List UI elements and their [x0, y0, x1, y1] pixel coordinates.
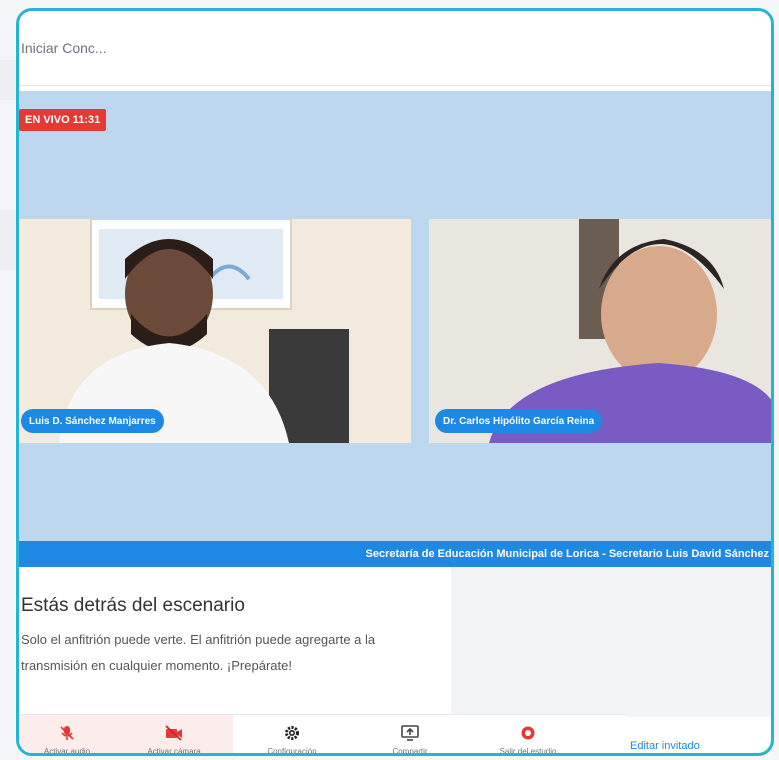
app-frame: Iniciar Conc... EN VIVO 11:31 Luis D. Sá…: [16, 8, 774, 756]
edit-guest-link[interactable]: Editar invitado: [630, 740, 700, 752]
backstage-panel: Estás detrás del escenario Solo el anfit…: [19, 567, 451, 717]
broadcast-stage: EN VIVO 11:31 Luis D. Sánchez Manjarres: [19, 91, 771, 546]
backstage-description: Solo el anfitrión puede verte. El anfitr…: [21, 632, 376, 673]
control-label: Activar cámara: [147, 747, 201, 756]
control-label: Compartir: [392, 747, 428, 756]
toggle-camera-button[interactable]: Activar cámara: [115, 715, 233, 756]
control-label: Salir del estudio: [499, 747, 557, 756]
backstage-side-panel: [451, 567, 771, 717]
backstage-heading: Estás detrás del escenario: [21, 595, 245, 616]
share-screen-button[interactable]: Compartir: [351, 715, 469, 756]
ticker-banner: Secretaría de Educación Municipal de Lor…: [19, 541, 771, 567]
live-badge: EN VIVO 11:31: [19, 109, 107, 131]
participant-name-tag: Luis D. Sánchez Manjarres: [21, 409, 164, 433]
mic-off-icon: [60, 726, 74, 740]
leave-studio-button[interactable]: Salir del estudio: [469, 715, 587, 756]
participant-name-tag: Dr. Carlos Hipólito García Reina: [435, 409, 603, 433]
toggle-audio-button[interactable]: Activar audio: [19, 715, 115, 756]
page-title: Iniciar Conc...: [21, 40, 107, 56]
participant-tile[interactable]: Luis D. Sánchez Manjarres: [19, 219, 411, 443]
gear-icon: [285, 726, 299, 740]
participant-tile[interactable]: Dr. Carlos Hipólito García Reina: [429, 219, 771, 443]
control-bar: Activar audio Activar cámara Configuraci…: [19, 714, 625, 756]
header-bar: Iniciar Conc...: [19, 11, 771, 86]
camera-off-icon: [165, 725, 182, 741]
share-screen-icon: [401, 725, 419, 741]
ticker-text: Secretaría de Educación Municipal de Lor…: [365, 548, 769, 560]
control-label: Configuración: [267, 747, 317, 756]
settings-button[interactable]: Configuración: [233, 715, 351, 756]
leave-icon: [521, 726, 535, 740]
control-label: Activar audio: [43, 747, 91, 756]
